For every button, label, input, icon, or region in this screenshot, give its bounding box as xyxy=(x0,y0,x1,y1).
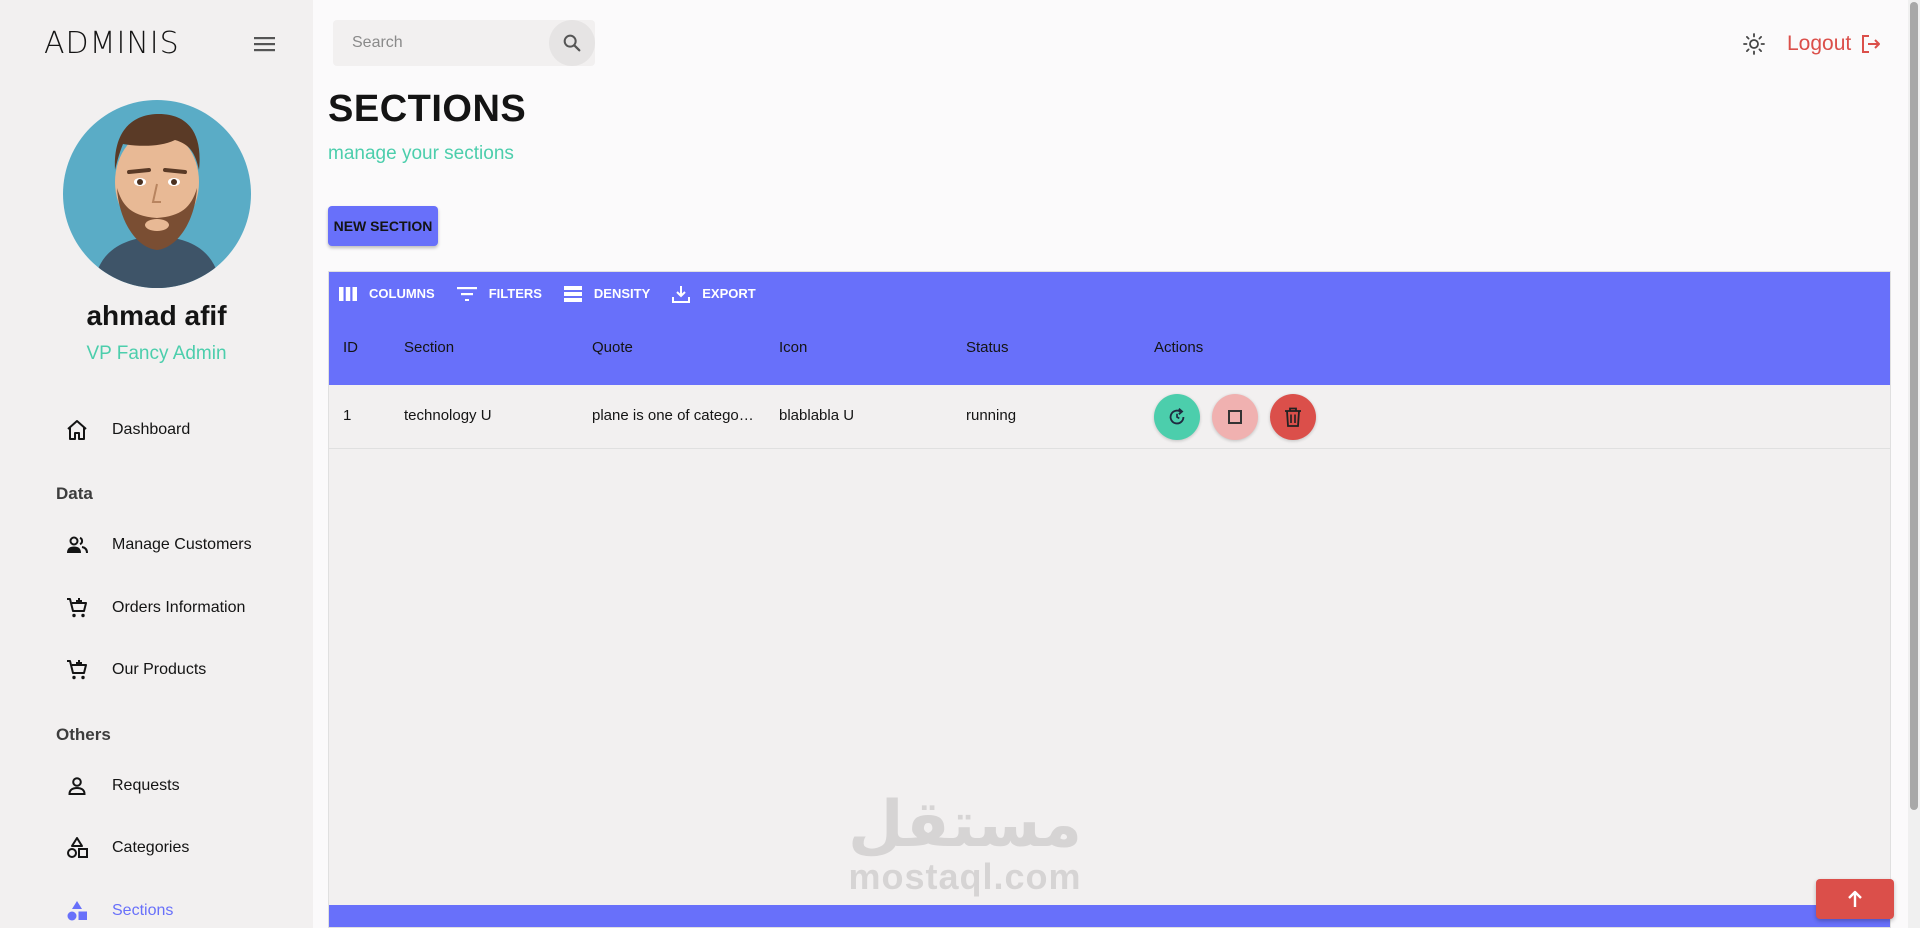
columns-icon xyxy=(339,286,357,301)
light-mode-icon[interactable] xyxy=(1740,30,1768,58)
column-header[interactable]: Quote xyxy=(592,339,633,356)
sidebar-item-requests[interactable]: Requests xyxy=(64,766,180,806)
filters-label: FILTERS xyxy=(488,286,542,301)
cell-quote: plane is one of category of this section xyxy=(592,407,757,424)
cell-icon: blablabla U xyxy=(779,407,855,424)
export-button[interactable]: EXPORT xyxy=(672,285,756,303)
new-section-button[interactable]: NEW SECTION xyxy=(328,206,438,246)
home-icon xyxy=(64,417,90,443)
logout-button[interactable]: Logout xyxy=(1787,29,1883,59)
sidebar-item-label: Categories xyxy=(112,839,190,856)
sidebar-item-label: Requests xyxy=(112,777,180,794)
column-header[interactable]: ID xyxy=(343,339,358,356)
search-button[interactable] xyxy=(549,20,595,66)
shapes-filled-icon xyxy=(64,898,90,924)
cell-status: running xyxy=(966,407,1017,424)
person-icon xyxy=(64,773,90,799)
user-role: VP Fancy Admin xyxy=(86,343,227,364)
column-header[interactable]: Status xyxy=(966,339,1009,356)
watermark: مستقل mostaql.com xyxy=(840,788,1090,897)
table-toolbar: COLUMNS FILTERS DENSITY EXPORT xyxy=(329,272,1890,315)
nav-section-data: Data xyxy=(56,484,93,503)
trash-icon xyxy=(1285,407,1301,427)
restart-icon xyxy=(1169,408,1185,425)
sidebar-item-label: Dashboard xyxy=(112,421,191,438)
sidebar-item-orders-information[interactable]: Orders Information xyxy=(64,588,245,628)
logout-icon xyxy=(1862,35,1881,53)
cell-section: technology U xyxy=(404,407,492,424)
sidebar-item-dashboard[interactable]: Dashboard xyxy=(64,410,190,450)
search-icon xyxy=(563,34,581,52)
stop-button[interactable] xyxy=(1212,394,1258,440)
logout-label: Logout xyxy=(1787,32,1852,55)
restart-button[interactable] xyxy=(1154,394,1200,440)
filters-button[interactable]: FILTERS xyxy=(456,286,542,301)
table-row[interactable]: 1 technology U plane is one of category … xyxy=(329,385,1890,449)
arrow-up-icon xyxy=(1848,890,1862,907)
brand-title: ADMINIS xyxy=(44,26,180,61)
sidebar-item-our-products[interactable]: Our Products xyxy=(64,650,206,690)
table-footer xyxy=(329,905,1890,927)
sections-table: COLUMNS FILTERS DENSITY EXPORT ID Sectio… xyxy=(328,271,1891,928)
avatar xyxy=(63,100,251,288)
sidebar-item-label: Sections xyxy=(112,902,174,919)
people-icon xyxy=(64,532,90,558)
column-header[interactable]: Actions xyxy=(1154,339,1203,356)
export-icon xyxy=(672,285,691,303)
columns-button[interactable]: COLUMNS xyxy=(339,286,435,301)
add-cart-icon xyxy=(64,595,90,621)
watermark-arabic: مستقل xyxy=(847,788,1083,862)
sidebar-item-manage-customers[interactable]: Manage Customers xyxy=(64,525,252,565)
column-header[interactable]: Icon xyxy=(779,339,807,356)
vertical-scrollbar[interactable] xyxy=(1908,0,1920,928)
page-title: SECTIONS xyxy=(328,88,527,130)
stop-icon xyxy=(1228,410,1242,424)
sidebar-item-label: Manage Customers xyxy=(112,536,252,553)
table-header-row: ID Section Quote Icon Status Actions xyxy=(329,315,1890,385)
scrollbar-thumb[interactable] xyxy=(1910,2,1918,810)
density-icon xyxy=(563,285,582,302)
cell-id: 1 xyxy=(343,407,352,424)
sidebar-item-label: Our Products xyxy=(112,661,207,678)
sidebar-item-categories[interactable]: Categories xyxy=(64,828,189,868)
cart-icon xyxy=(64,657,90,683)
nav-section-others: Others xyxy=(56,725,111,744)
filter-icon xyxy=(456,286,477,301)
sidebar: ADMINIS ahmad afif VP Fancy Admin Dashbo… xyxy=(0,0,313,928)
columns-label: COLUMNS xyxy=(369,286,435,301)
density-label: DENSITY xyxy=(593,286,651,301)
watermark-latin: mostaql.com xyxy=(848,856,1082,897)
sidebar-item-label: Orders Information xyxy=(112,599,246,616)
column-header[interactable]: Section xyxy=(404,339,454,356)
shapes-icon xyxy=(64,835,90,861)
menu-icon[interactable] xyxy=(250,30,280,58)
export-label: EXPORT xyxy=(702,286,756,301)
page-subtitle: manage your sections xyxy=(328,143,514,164)
delete-button[interactable] xyxy=(1270,394,1316,440)
search-bar xyxy=(333,20,595,66)
search-input[interactable] xyxy=(333,34,548,52)
density-button[interactable]: DENSITY xyxy=(563,285,651,302)
sidebar-item-sections[interactable]: Sections xyxy=(64,891,173,928)
user-name: ahmad afif xyxy=(86,300,227,331)
scroll-top-button[interactable] xyxy=(1816,879,1894,919)
